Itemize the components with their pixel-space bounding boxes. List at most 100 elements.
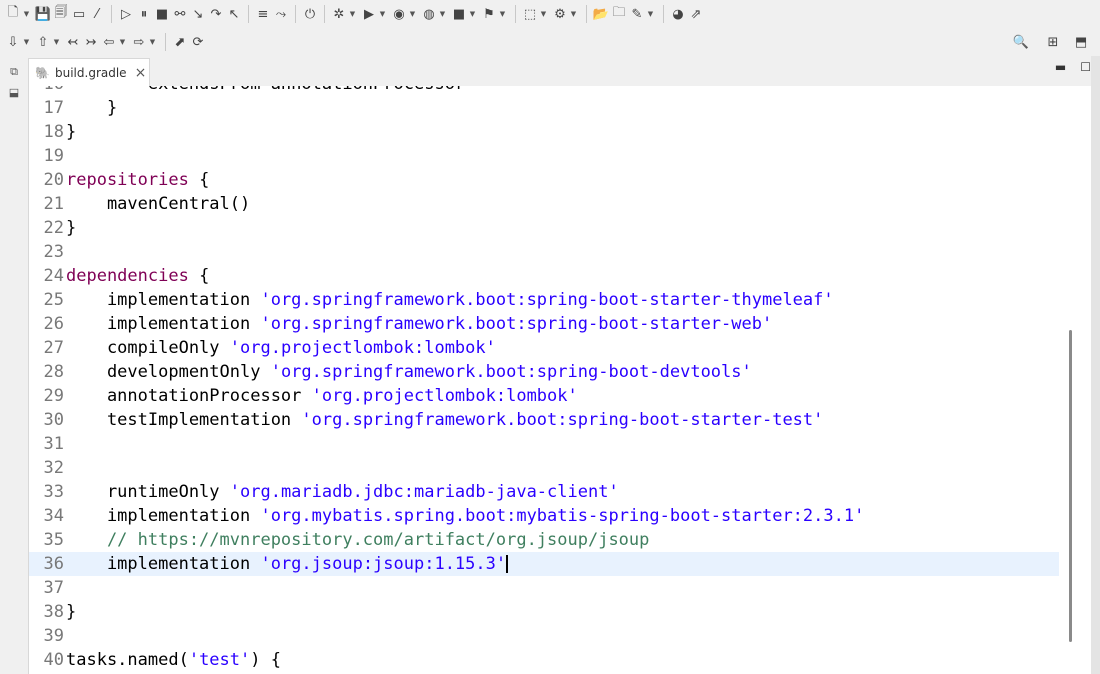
code-line: 17 } <box>29 96 1059 120</box>
new-server-icon[interactable]: ⬚ <box>521 3 539 25</box>
back-arrow-icon[interactable]: ↣ <box>82 31 100 53</box>
next-annotation-icon[interactable]: ⇩ <box>4 31 22 53</box>
navigate-forward-icon[interactable]: ⇨ <box>130 31 148 53</box>
run-last-tool-icon[interactable]: ◍ <box>420 3 438 25</box>
open-task-icon[interactable]: 🗀 <box>610 3 628 25</box>
vertical-scrollbar[interactable] <box>1069 330 1072 642</box>
chevron-down-icon[interactable]: ▼ <box>52 31 61 53</box>
suspend-icon[interactable]: ⏸ <box>135 3 153 25</box>
code-token: 'org.springframework.boot:spring-boot-de… <box>270 362 752 382</box>
chevron-down-icon[interactable]: ▼ <box>22 31 31 53</box>
minimize-icon[interactable]: ▬ <box>1055 60 1066 74</box>
close-icon[interactable]: × <box>135 65 147 81</box>
web-browser-icon[interactable]: ◕ <box>669 3 687 25</box>
code-token: 'org.springframework.boot:spring-boot-st… <box>260 290 834 310</box>
refresh-icon[interactable]: ⟳ <box>189 31 207 53</box>
code-token: 'org.mariadb.jdbc:mariadb-java-client' <box>229 482 619 502</box>
line-source: extendsFrom annotationProcessor <box>66 86 465 96</box>
new-icon[interactable]: 🗋 <box>4 3 22 25</box>
line-number: 18 <box>43 122 64 142</box>
code-line: 29 annotationProcessor 'org.projectlombo… <box>29 384 1059 408</box>
chevron-down-icon[interactable]: ▼ <box>539 3 548 25</box>
navigate-back-icon[interactable]: ⇦ <box>100 31 118 53</box>
terminate-icon[interactable]: ■ <box>153 3 171 25</box>
spring-boot-icon[interactable]: ⏻ <box>301 3 319 25</box>
pin-editor-icon[interactable]: ⬈ <box>171 31 189 53</box>
chevron-down-icon[interactable]: ▼ <box>148 31 157 53</box>
skip-breakpoints-icon[interactable]: ⁄ <box>88 3 106 25</box>
resume-icon[interactable]: ▷ <box>117 3 135 25</box>
last-edit-location-icon[interactable]: ↢ <box>64 31 82 53</box>
restore-icon[interactable]: ⧉ <box>6 64 22 80</box>
chevron-down-icon[interactable]: ▼ <box>569 3 578 25</box>
line-source: } <box>66 216 76 240</box>
line-number: 19 <box>43 146 64 166</box>
chevron-down-icon[interactable]: ▼ <box>118 31 127 53</box>
line-number: 23 <box>43 242 64 262</box>
code-line: 24 dependencies { <box>29 264 1059 288</box>
code-line: 22} <box>29 216 1059 240</box>
chevron-down-icon[interactable]: ▼ <box>468 3 477 25</box>
line-source: } <box>66 96 117 120</box>
debug-icon[interactable]: ✲ <box>330 3 348 25</box>
line-number: 33 <box>43 482 64 502</box>
step-into-icon[interactable]: ↘ <box>189 3 207 25</box>
step-over-icon[interactable]: ↷ <box>207 3 225 25</box>
toolbar-separator <box>663 5 664 23</box>
tab-label: build.gradle <box>55 65 127 80</box>
toolbar-separator <box>586 5 587 23</box>
use-step-filters-icon[interactable]: ⤳ <box>272 3 290 25</box>
line-number: 25 <box>43 290 64 310</box>
disconnect-icon[interactable]: ⚯ <box>171 3 189 25</box>
editor-panel: 🐘 build.gradle × ▬ ☐ 16 extendsFrom anno… <box>28 56 1091 674</box>
line-source: } <box>66 600 76 624</box>
search-marker-icon[interactable]: ✎ <box>628 3 646 25</box>
code-token: implementation <box>66 506 261 526</box>
toolbar-separator <box>248 5 249 23</box>
code-token: mavenCentral() <box>66 194 251 214</box>
line-number: 30 <box>43 410 64 430</box>
line-source: tasks.named('test') { <box>66 648 281 672</box>
code-line: 23 <box>29 240 1059 264</box>
save-all-icon[interactable]: 🗐 <box>52 3 70 25</box>
line-number: 37 <box>43 578 64 598</box>
run-icon[interactable]: ▶ <box>360 3 378 25</box>
maximize-icon[interactable]: ☐ <box>1080 60 1091 74</box>
tab-build-gradle[interactable]: 🐘 build.gradle × <box>28 58 150 86</box>
chevron-down-icon[interactable]: ▼ <box>22 3 31 25</box>
line-number: 24 <box>43 266 64 286</box>
toolbar-separator <box>165 33 166 51</box>
line-source: implementation 'org.springframework.boot… <box>66 288 834 312</box>
open-type-icon[interactable]: 📂 <box>592 3 610 25</box>
coverage-icon[interactable]: ◉ <box>390 3 408 25</box>
chevron-down-icon[interactable]: ▼ <box>438 3 447 25</box>
package-explorer-icon[interactable]: ⬓ <box>6 84 22 100</box>
stop-icon[interactable]: ■ <box>450 3 468 25</box>
new-spring-icon[interactable]: ⚙ <box>551 3 569 25</box>
chevron-down-icon[interactable]: ▼ <box>378 3 387 25</box>
navigation-toolbar: ⇩ ▼ ⇧ ▼ ↢ ↣ ⇦ ▼ ⇨ ▼ ⬈ ⟳ <box>0 28 1100 56</box>
previous-annotation-icon[interactable]: ⇧ <box>34 31 52 53</box>
editor-window-controls: ▬ ☐ <box>1055 60 1091 74</box>
code-token: extendsFrom annotationProcessor <box>66 86 465 94</box>
chevron-down-icon[interactable]: ▼ <box>348 3 357 25</box>
chevron-down-icon[interactable]: ▼ <box>646 3 655 25</box>
save-icon[interactable]: 💾 <box>34 3 52 25</box>
chevron-down-icon[interactable]: ▼ <box>408 3 417 25</box>
toggle-breakpoint-icon[interactable]: ≡ <box>254 3 272 25</box>
code-editor[interactable]: 16 extendsFrom annotationProcessor17 }18… <box>28 86 1091 674</box>
line-number: 35 <box>43 530 64 550</box>
line-number: 31 <box>43 434 64 454</box>
external-tools-icon[interactable]: ⚑ <box>480 3 498 25</box>
editor-tab-bar: 🐘 build.gradle × ▬ ☐ <box>28 56 1091 86</box>
code-token: ) { <box>250 650 281 670</box>
step-return-icon[interactable]: ↖ <box>225 3 243 25</box>
terminal-icon[interactable]: ▭ <box>70 3 88 25</box>
deploy-icon[interactable]: ⇗ <box>687 3 705 25</box>
chevron-down-icon[interactable]: ▼ <box>498 3 507 25</box>
code-line: 26 implementation 'org.springframework.b… <box>29 312 1059 336</box>
line-source: dependencies { <box>66 264 209 288</box>
code-token: 'test' <box>188 650 251 670</box>
code-line: 18} <box>29 120 1059 144</box>
line-number: 34 <box>43 506 64 526</box>
